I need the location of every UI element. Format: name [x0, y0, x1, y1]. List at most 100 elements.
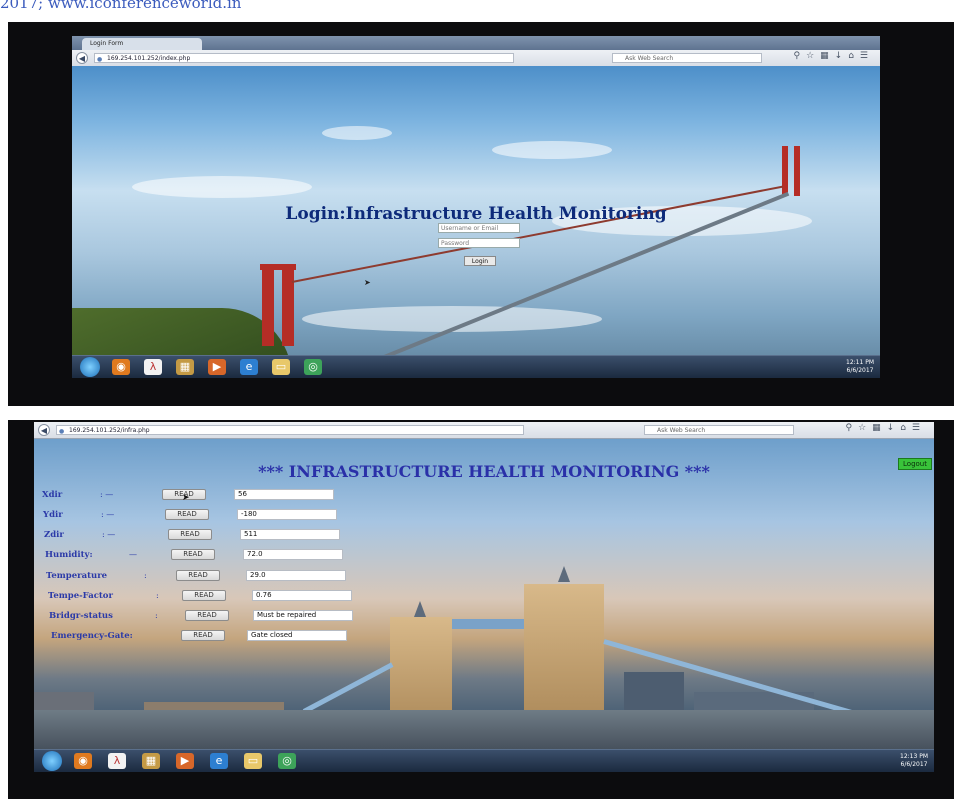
clock-time: 12:11 PM [846, 359, 874, 366]
logout-button[interactable]: Logout [898, 458, 932, 470]
pdf-reader-icon[interactable]: λ [108, 753, 126, 769]
value-field[interactable]: 56 [234, 489, 334, 500]
row-label: Emergency-Gate: [51, 631, 133, 641]
sensor-row-temperature: Temperature : READ 29.0 [46, 569, 446, 583]
menu-icon[interactable]: ☰ [860, 51, 874, 61]
row-label: Xdir [42, 490, 63, 500]
read-button[interactable]: READ [181, 630, 225, 641]
value-field[interactable]: Gate closed [247, 630, 347, 641]
search-input[interactable]: Ask Web Search [644, 425, 794, 435]
value-field[interactable]: 72.0 [243, 549, 343, 560]
toolbar-icons: ⚲☆▦↓⌂☰ [793, 51, 874, 61]
bookmark-icon[interactable]: ▦ [872, 423, 887, 433]
folder-icon[interactable]: ▭ [244, 753, 262, 769]
address-text: 169.254.101.252/index.php [107, 55, 191, 62]
address-bar[interactable]: ● 169.254.101.252/infra.php [56, 425, 524, 435]
media-center-icon[interactable]: ▦ [142, 753, 160, 769]
media-player-icon[interactable]: ▶ [208, 359, 226, 375]
back-button[interactable]: ◀ [76, 52, 88, 64]
clock-time: 12:13 PM [900, 753, 928, 760]
mouse-cursor-icon: ➤ [182, 493, 190, 503]
row-label: Temperature [46, 571, 108, 581]
clock-date: 6/6/2017 [846, 367, 874, 374]
password-field[interactable]: Password [438, 238, 520, 248]
sensor-row-emergency-gate: Emergency-Gate: READ Gate closed [51, 629, 451, 643]
address-bar[interactable]: ● 169.254.101.252/index.php [94, 53, 515, 63]
read-button[interactable]: READ [176, 570, 220, 581]
folder-icon[interactable]: ▭ [272, 359, 290, 375]
value-field[interactable]: 29.0 [246, 570, 346, 581]
search-icon[interactable]: ⚲ [793, 51, 806, 61]
address-text: 169.254.101.252/infra.php [69, 427, 150, 434]
river [34, 710, 934, 750]
star-icon[interactable]: ☆ [806, 51, 820, 61]
search-icon[interactable]: ⚲ [845, 423, 858, 433]
dashboard-screen: ◀ ● 169.254.101.252/infra.php Ask Web Se… [34, 422, 934, 772]
row-separator: : [155, 611, 158, 620]
read-button[interactable]: READ [171, 549, 215, 560]
taskbar: ◉ λ ▦ ▶ e ▭ ◎ 12:11 PM 6/6/2017 [72, 355, 880, 378]
windows-start-icon[interactable] [80, 357, 100, 377]
read-button[interactable]: READ [168, 529, 212, 540]
pdf-reader-icon[interactable]: λ [144, 359, 162, 375]
row-label: Humidity: [45, 550, 93, 560]
cloud [492, 141, 612, 159]
internet-explorer-icon[interactable]: e [210, 753, 228, 769]
firefox-icon[interactable]: ◉ [74, 753, 92, 769]
bridge-tower [262, 266, 274, 346]
row-separator: : — [101, 510, 115, 519]
media-player-icon[interactable]: ▶ [176, 753, 194, 769]
search-input[interactable]: Ask Web Search [612, 53, 762, 63]
taskbar: ◉ λ ▦ ▶ e ▭ ◎ 12:13 PM 6/6/2017 [34, 749, 934, 772]
value-field[interactable]: Must be repaired [253, 610, 353, 621]
back-button[interactable]: ◀ [38, 424, 50, 436]
globe-icon: ● [59, 428, 65, 435]
value-field[interactable]: -180 [237, 509, 337, 520]
row-separator: : — [102, 530, 116, 539]
menu-icon[interactable]: ☰ [912, 423, 926, 433]
cloud [322, 126, 392, 140]
sensor-row-tempe-factor: Tempe-Factor : READ 0.76 [48, 589, 448, 603]
row-separator: : [156, 591, 159, 600]
bridge-tower-far [794, 146, 800, 196]
bookmark-icon[interactable]: ▦ [820, 51, 835, 61]
firefox-icon[interactable]: ◉ [112, 359, 130, 375]
home-icon[interactable]: ⌂ [900, 423, 912, 433]
chrome-icon[interactable]: ◎ [304, 359, 322, 375]
download-icon[interactable]: ↓ [887, 423, 901, 433]
read-button[interactable]: READ [182, 590, 226, 601]
sensor-row-humidity: Humidity: — READ 72.0 [45, 548, 445, 562]
navigation-bar: ◀ ● 169.254.101.252/index.php Ask Web Se… [72, 50, 880, 67]
sensor-row-ydir: Ydir : — READ -180 [43, 508, 443, 522]
bridge-tower-far [782, 146, 788, 196]
login-button[interactable]: Login [464, 256, 496, 266]
username-field[interactable]: Username or Email [438, 223, 520, 233]
row-label: Tempe-Factor [48, 591, 113, 601]
login-screen: Login Form ◀ ● 169.254.101.252/index.php… [72, 36, 880, 378]
row-label: Zdir [44, 530, 64, 540]
read-button[interactable]: READ [165, 509, 209, 520]
tower-spire [558, 566, 570, 582]
monitor-login-photo: Login Form ◀ ● 169.254.101.252/index.php… [8, 22, 954, 406]
page-caption: 2017; www.iconferenceworld.in [0, 0, 242, 10]
star-icon[interactable]: ☆ [858, 423, 872, 433]
media-center-icon[interactable]: ▦ [176, 359, 194, 375]
internet-explorer-icon[interactable]: e [240, 359, 258, 375]
value-field[interactable]: 511 [240, 529, 340, 540]
tab-login-form[interactable]: Login Form [82, 38, 202, 50]
navigation-bar: ◀ ● 169.254.101.252/infra.php Ask Web Se… [34, 422, 934, 439]
bridge-tower-beam [260, 264, 296, 270]
row-separator: — [129, 550, 137, 559]
chrome-icon[interactable]: ◎ [278, 753, 296, 769]
download-icon[interactable]: ↓ [835, 51, 849, 61]
monitor-dashboard-photo: ◀ ● 169.254.101.252/infra.php Ask Web Se… [8, 420, 954, 799]
row-label: Bridgr-status [49, 611, 113, 621]
read-button[interactable]: READ [185, 610, 229, 621]
home-icon[interactable]: ⌂ [848, 51, 860, 61]
value-field[interactable]: 0.76 [252, 590, 352, 601]
sensor-row-xdir: Xdir : — READ 56 ➤ [42, 488, 442, 503]
bridge-arm [302, 662, 394, 714]
login-heading: Login:Infrastructure Health Monitoring [285, 204, 667, 224]
windows-start-icon[interactable] [42, 751, 62, 771]
dashboard-heading: *** INFRASTRUCTURE HEALTH MONITORING *** [258, 462, 710, 481]
